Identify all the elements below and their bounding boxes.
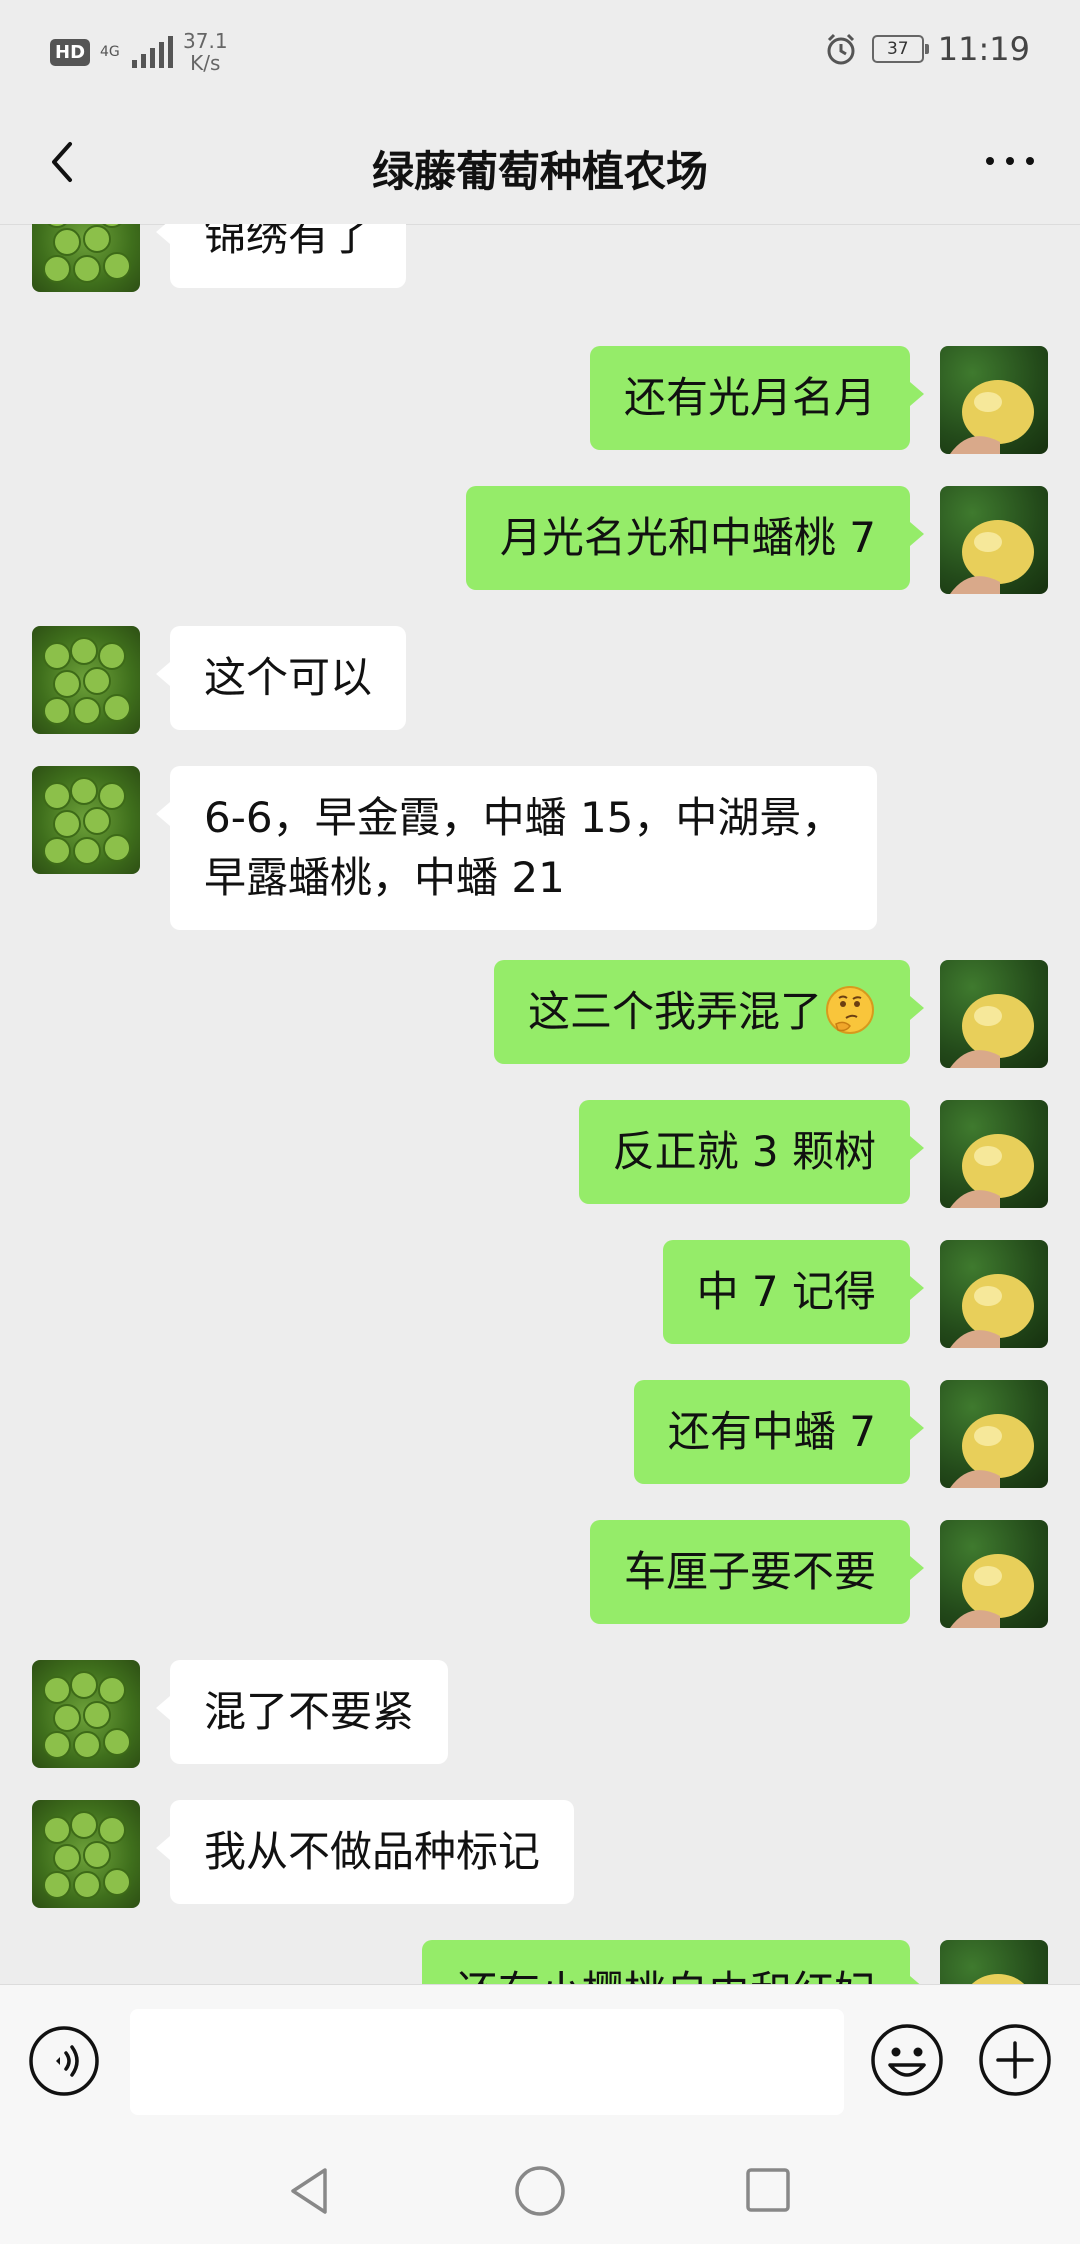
- clock: 11:19: [937, 30, 1030, 68]
- speed-unit: K/s: [190, 51, 221, 75]
- network-type: 4G: [100, 44, 120, 60]
- message-bubble[interactable]: 还有中蟠 7: [633, 1380, 925, 1484]
- message-bubble[interactable]: 锦绣有了: [155, 224, 407, 288]
- message-input[interactable]: [130, 2009, 844, 2115]
- message-line: 6-6，早金霞，中蟠 15，中湖景，: [204, 793, 844, 842]
- alarm-icon: [827, 33, 855, 65]
- chat-messages[interactable]: 锦绣有了 还有光月名月 月光名光和中蟠桃 7 这个可以 6-6，早金霞，中蟠 1…: [0, 224, 1080, 1984]
- battery-level: 37: [886, 39, 909, 59]
- emoji-icon[interactable]: [870, 2023, 944, 2097]
- signal-icon: [132, 36, 174, 68]
- message-input-bar: [0, 1984, 1080, 2135]
- message-bubble[interactable]: 混了不要紧: [155, 1660, 449, 1764]
- message-bubble[interactable]: 6-6，早金霞，中蟠 15，中湖景， 早露蟠桃，中蟠 21: [155, 766, 878, 930]
- more-options-icon[interactable]: [980, 146, 1040, 176]
- message-bubble[interactable]: 我从不做品种标记: [155, 1800, 575, 1904]
- peach-avatar[interactable]: [940, 346, 1048, 454]
- nav-home-icon[interactable]: [513, 2164, 567, 2218]
- message-bubble[interactable]: 车厘子要不要: [589, 1520, 925, 1624]
- message-line: 早露蟠桃，中蟠 21: [204, 853, 565, 902]
- message-bubble[interactable]: 反正就 3 颗树: [578, 1100, 925, 1204]
- nav-recent-apps-icon[interactable]: [744, 2166, 792, 2214]
- hd-badge: HD: [50, 38, 91, 66]
- peach-avatar[interactable]: [940, 960, 1048, 1068]
- status-bar: HD 4G 37.1 K/s 37 11:19: [0, 0, 1080, 100]
- plus-icon[interactable]: [978, 2023, 1052, 2097]
- peach-avatar[interactable]: [940, 1940, 1048, 1984]
- grape-avatar[interactable]: [32, 766, 140, 874]
- voice-icon[interactable]: [28, 2025, 100, 2097]
- message-bubble[interactable]: 月光名光和中蟠桃 7: [465, 486, 925, 590]
- grape-avatar[interactable]: [32, 224, 140, 292]
- message-bubble[interactable]: 还有小樱桃自由和红妃: [421, 1940, 925, 1984]
- status-right: 37 11:19: [824, 30, 1030, 68]
- status-left: HD 4G 37.1 K/s: [50, 30, 228, 74]
- grape-avatar[interactable]: [32, 1660, 140, 1768]
- peach-avatar[interactable]: [940, 486, 1048, 594]
- message-bubble[interactable]: 还有光月名月: [589, 346, 925, 450]
- nav-back-icon[interactable]: [285, 2164, 335, 2218]
- battery-icon: 37: [871, 35, 929, 63]
- message-text: 这三个我弄混了: [527, 987, 822, 1036]
- peach-avatar[interactable]: [940, 1520, 1048, 1628]
- thinking-face-icon: [826, 986, 874, 1034]
- speed-value: 37.1: [183, 29, 228, 53]
- peach-avatar[interactable]: [940, 1240, 1048, 1348]
- message-bubble[interactable]: 这个可以: [155, 626, 407, 730]
- message-bubble[interactable]: 中 7 记得: [662, 1240, 925, 1344]
- grape-avatar[interactable]: [32, 626, 140, 734]
- chat-header: 绿藤葡萄种植农场: [0, 100, 1080, 225]
- system-navigation-bar: [0, 2134, 1080, 2244]
- message-bubble[interactable]: 这三个我弄混了: [493, 960, 925, 1064]
- peach-avatar[interactable]: [940, 1380, 1048, 1488]
- grape-avatar[interactable]: [32, 1800, 140, 1908]
- chat-title: 绿藤葡萄种植农场: [371, 147, 708, 196]
- peach-avatar[interactable]: [940, 1100, 1048, 1208]
- network-speed: 37.1 K/s: [183, 30, 228, 74]
